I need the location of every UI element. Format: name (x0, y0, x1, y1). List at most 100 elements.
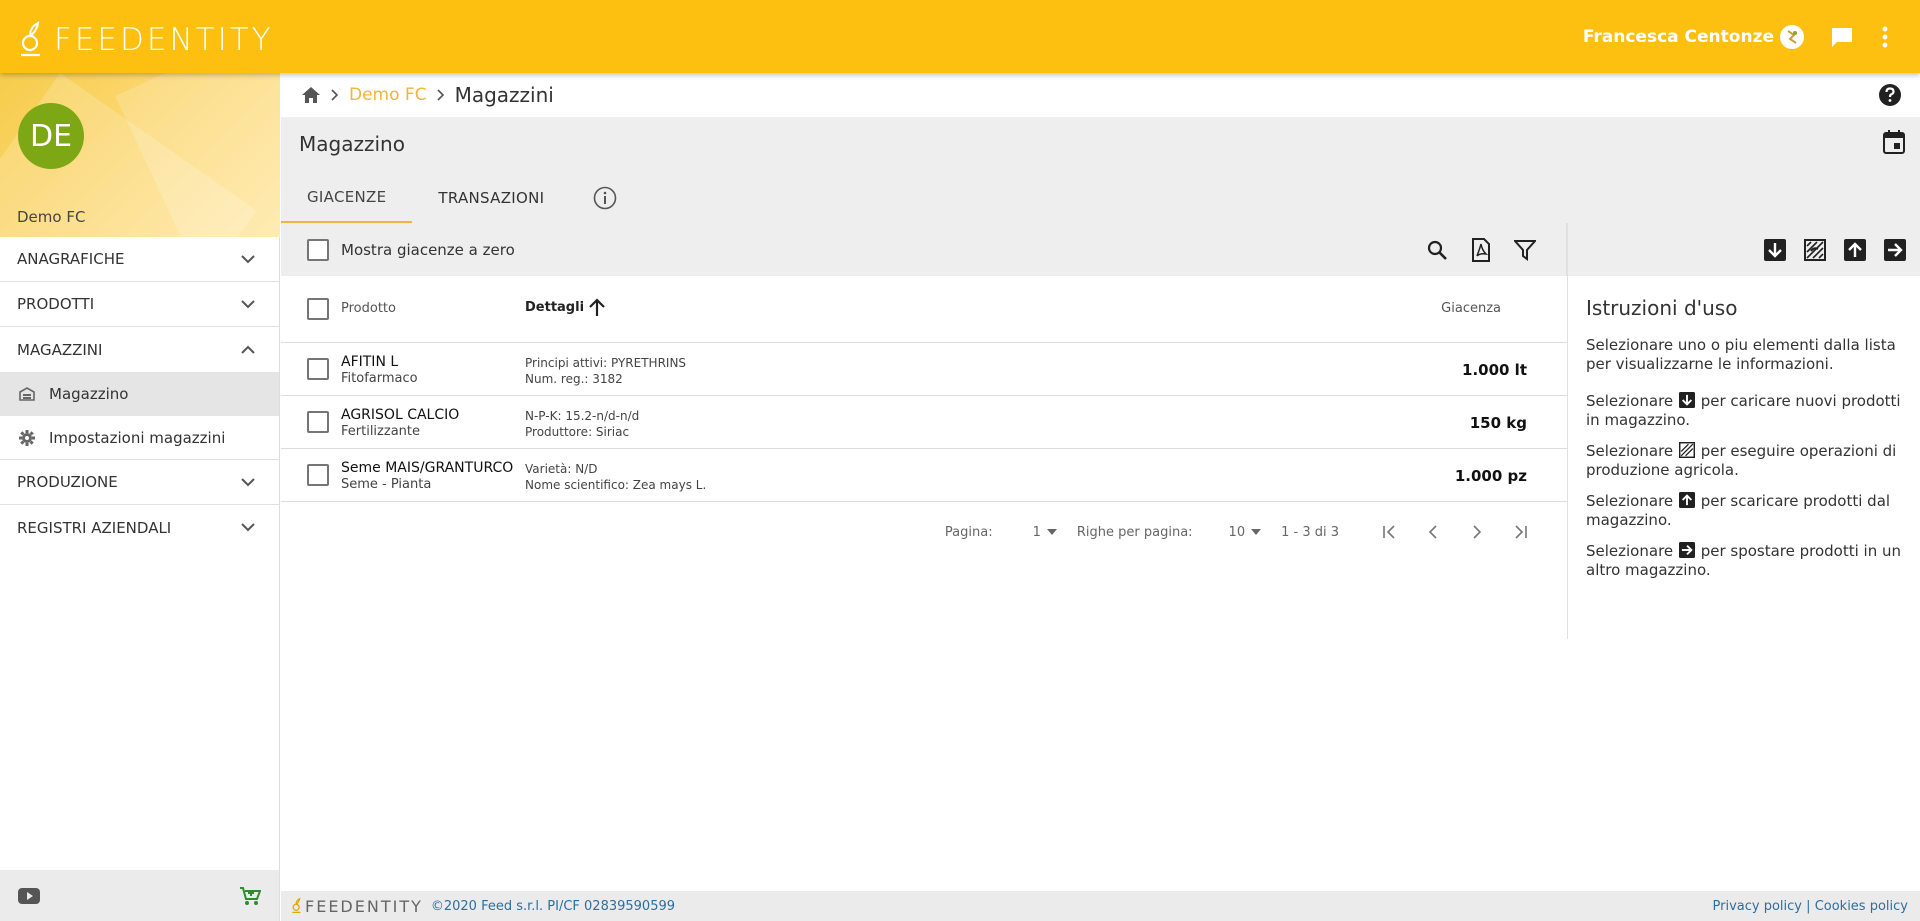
stock-value: 1.000 lt (1462, 361, 1527, 379)
sidebar-section-anagrafiche[interactable]: ANAGRAFICHE (0, 237, 279, 282)
rows-per-page-select[interactable]: 10 (1229, 525, 1262, 540)
sidebar-header: DE Demo FC (0, 73, 280, 237)
column-header-product[interactable]: Prodotto (341, 301, 396, 316)
sidebar-section-prodotti[interactable]: PRODOTTI (0, 282, 279, 327)
row-checkbox[interactable] (307, 358, 329, 380)
previous-page-icon[interactable] (1411, 525, 1455, 539)
move-icon (1678, 542, 1695, 558)
page-title: Magazzino (299, 132, 405, 156)
column-header-details-label: Dettagli (525, 299, 585, 315)
first-page-icon[interactable] (1367, 525, 1411, 539)
instructions-load: Selezionare per caricare nuovi prodotti … (1586, 392, 1902, 430)
show-zero-checkbox[interactable] (307, 238, 329, 261)
table-row[interactable]: AGRISOL CALCIO Fertilizzante N-P-K: 15.2… (281, 396, 1567, 449)
warehouse-icon (19, 387, 35, 401)
detail-line: Nome scientifico: Zea mays L. (525, 478, 707, 492)
privacy-link[interactable]: Privacy policy (1713, 899, 1802, 914)
company-name: Demo FC (17, 208, 86, 226)
dropdown-arrow-icon (1046, 529, 1057, 535)
row-checkbox[interactable] (307, 464, 329, 486)
home-icon[interactable] (301, 86, 321, 104)
instructions-text: Selezionare uno o piu elementi dalla lis… (1586, 336, 1896, 373)
tab-transazioni[interactable]: TRANSAZIONI (412, 172, 570, 223)
help-icon[interactable] (1878, 83, 1902, 107)
tab-info[interactable] (570, 172, 640, 223)
pagination: Pagina: 1 Righe per pagina: 10 1 - 3 di … (281, 502, 1567, 562)
product-type: Seme - Pianta (341, 477, 432, 492)
select-all-checkbox[interactable] (307, 298, 329, 320)
sidebar-footer (0, 870, 279, 921)
product-name: AGRISOL CALCIO (341, 407, 460, 423)
user-name[interactable]: Francesca Centonze (1583, 27, 1774, 47)
warehouse-actions (1568, 223, 1920, 276)
product-cell: AGRISOL CALCIO Fertilizzante (341, 407, 459, 439)
instructions-title: Istruzioni d'uso (1586, 296, 1738, 320)
sidebar-item-impostazioni-magazzini[interactable]: Impostazioni magazzini (0, 416, 279, 460)
filter-icon[interactable] (1509, 234, 1541, 266)
table-row[interactable]: Seme MAIS/GRANTURCO Seme - Pianta Variet… (281, 449, 1567, 502)
stock-table-panel: Mostra giacenze a zero Prodotto Dettagli (281, 223, 1567, 639)
detail-line: Principi attivi: PYRETHRINS (525, 356, 687, 370)
product-cell: Seme MAIS/GRANTURCO Seme - Pianta (341, 460, 513, 492)
page-footer: FEEDENTITY ©2020 Feed s.r.l. PI/CF 02839… (281, 891, 1920, 921)
pdf-icon[interactable] (1465, 234, 1497, 266)
youtube-icon[interactable] (18, 887, 40, 904)
user-avatar[interactable] (1780, 24, 1804, 49)
instructions-panel: Istruzioni d'uso Selezionare uno o piu e… (1567, 223, 1920, 639)
table-header: Prodotto Dettagli Giacenza (281, 276, 1567, 343)
cookies-link[interactable]: Cookies policy (1815, 899, 1908, 914)
chevron-up-icon (241, 345, 255, 354)
logo-sprout-icon (292, 897, 301, 914)
detail-line: N-P-K: 15.2-n/d-n/d (525, 409, 640, 423)
instructions-unload: Selezionare per scaricare prodotti dal m… (1586, 492, 1902, 530)
logo-text: FEEDENTITY (54, 22, 274, 58)
move-icon[interactable] (1884, 238, 1906, 261)
app-logo[interactable]: FEEDENTITY (18, 18, 274, 62)
main-content: Demo FC Magazzini Magazzino GIACENZE TRA… (281, 73, 1920, 921)
chevron-down-icon (241, 477, 255, 486)
user-area: Francesca Centonze (1583, 0, 1920, 73)
breadcrumb-link[interactable]: Demo FC (349, 85, 427, 105)
sidebar-section-registri-aziendali[interactable]: REGISTRI AZIENDALI (0, 505, 279, 550)
logo-sprout-icon (21, 21, 40, 57)
sidebar-item-label: Magazzino (49, 385, 129, 403)
company-avatar[interactable]: DE (18, 103, 84, 169)
gear-icon (19, 429, 35, 446)
unload-icon (1678, 492, 1695, 508)
production-icon (1678, 442, 1695, 458)
sidebar-section-magazzini[interactable]: MAGAZZINI (0, 327, 279, 372)
select-word: Selezionare (1586, 542, 1674, 560)
production-icon[interactable] (1804, 238, 1826, 261)
column-header-stock[interactable]: Giacenza (1441, 301, 1501, 316)
rows-per-page-value: 10 (1228, 524, 1246, 540)
column-header-details[interactable]: Dettagli (525, 297, 606, 317)
search-icon[interactable] (1421, 234, 1453, 266)
tab-giacenze[interactable]: GIACENZE (281, 172, 413, 223)
cart-icon[interactable] (239, 886, 261, 906)
product-name: Seme MAIS/GRANTURCO (341, 460, 514, 476)
page-select[interactable]: 1 (1033, 525, 1057, 540)
page-range: 1 - 3 di 3 (1281, 524, 1339, 540)
sidebar-section-produzione[interactable]: PRODUZIONE (0, 460, 279, 505)
detail-line: Num. reg.: 3182 (525, 372, 623, 386)
sidebar-section-label: MAGAZZINI (17, 340, 103, 359)
calendar-icon[interactable] (1883, 130, 1905, 154)
sidebar-section-label: ANAGRAFICHE (17, 250, 125, 268)
load-icon[interactable] (1764, 238, 1786, 261)
toolbar-actions (1421, 234, 1541, 266)
sidebar-item-magazzino[interactable]: Magazzino (0, 372, 279, 416)
unload-icon[interactable] (1844, 238, 1866, 261)
footer-logo: FEEDENTITY (291, 896, 423, 916)
chat-icon[interactable] (1830, 25, 1854, 49)
sidebar-section-label: PRODOTTI (17, 295, 95, 313)
next-page-icon[interactable] (1455, 525, 1499, 539)
last-page-icon[interactable] (1499, 525, 1543, 539)
page-select-value: 1 (1032, 524, 1041, 540)
row-checkbox[interactable] (307, 411, 329, 433)
more-vert-icon[interactable] (1882, 26, 1888, 48)
detail-line: Varietà: N/D (525, 462, 598, 476)
tab-bar: GIACENZE TRANSAZIONI (281, 172, 640, 223)
select-word: Selezionare (1586, 392, 1674, 410)
footer-links: Privacy policy | Cookies policy (1713, 899, 1908, 914)
table-row[interactable]: AFITIN L Fitofarmaco Principi attivi: PY… (281, 343, 1567, 396)
